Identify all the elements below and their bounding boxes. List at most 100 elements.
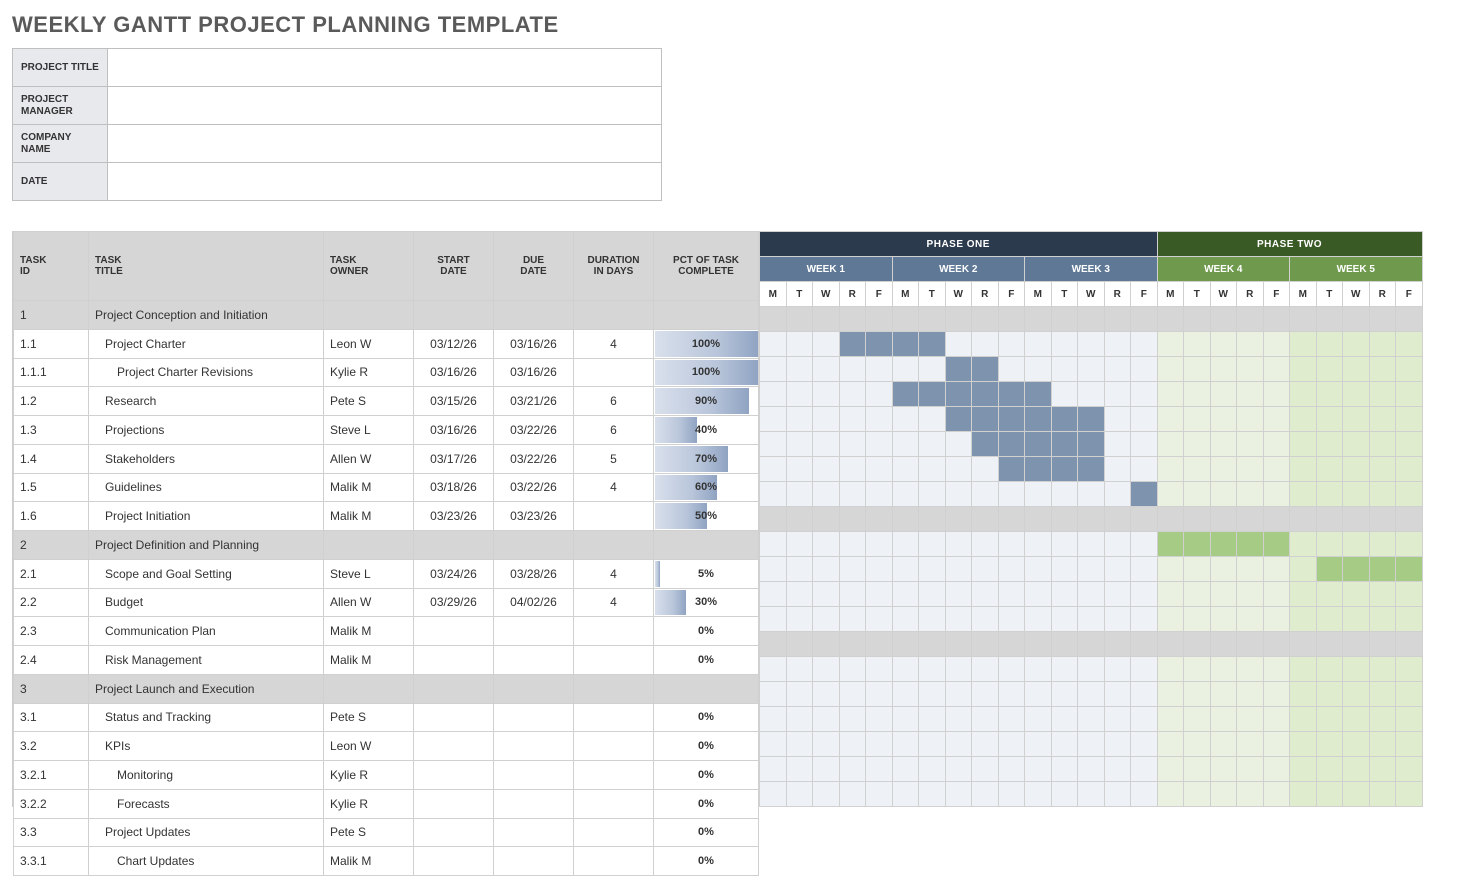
timeline-cell[interactable]: [1025, 657, 1052, 682]
gantt-bar-cell[interactable]: [945, 382, 972, 407]
cell-start[interactable]: [414, 761, 494, 790]
timeline-cell[interactable]: [1184, 357, 1211, 382]
timeline-cell[interactable]: [1396, 707, 1423, 732]
timeline-cell[interactable]: [1316, 432, 1343, 457]
timeline-cell[interactable]: [1051, 757, 1078, 782]
timeline-cell[interactable]: [1290, 457, 1317, 482]
timeline-cell[interactable]: [1316, 532, 1343, 557]
timeline-cell[interactable]: [1078, 357, 1105, 382]
timeline-cell[interactable]: [1210, 632, 1237, 657]
timeline-cell[interactable]: [1396, 657, 1423, 682]
cell-pct-complete[interactable]: [654, 301, 759, 330]
timeline-cell[interactable]: [998, 657, 1025, 682]
timeline-cell[interactable]: [1263, 332, 1290, 357]
timeline-cell[interactable]: [760, 782, 787, 807]
timeline-cell[interactable]: [1263, 707, 1290, 732]
timeline-cell[interactable]: [1131, 557, 1158, 582]
gantt-bar-cell[interactable]: [919, 382, 946, 407]
cell-dur[interactable]: [574, 646, 654, 675]
cell-task-title[interactable]: Status and Tracking: [89, 703, 324, 732]
timeline-cell[interactable]: [1396, 507, 1423, 532]
cell-start[interactable]: 03/16/26: [414, 358, 494, 387]
timeline-cell[interactable]: [1210, 757, 1237, 782]
gantt-bar-cell[interactable]: [945, 357, 972, 382]
timeline-cell[interactable]: [919, 607, 946, 632]
timeline-cell[interactable]: [945, 432, 972, 457]
timeline-cell[interactable]: [786, 782, 813, 807]
timeline-cell[interactable]: [1343, 507, 1370, 532]
cell-due[interactable]: [494, 646, 574, 675]
timeline-cell[interactable]: [1051, 307, 1078, 332]
cell-task-title[interactable]: Project Updates: [89, 818, 324, 847]
timeline-cell[interactable]: [1157, 782, 1184, 807]
cell-task-title[interactable]: Project Charter Revisions: [89, 358, 324, 387]
timeline-cell[interactable]: [945, 307, 972, 332]
timeline-cell[interactable]: [1396, 582, 1423, 607]
cell-task-title[interactable]: Project Definition and Planning: [89, 531, 324, 560]
cell-dur[interactable]: [574, 502, 654, 531]
cell-dur[interactable]: [574, 818, 654, 847]
cell-task-owner[interactable]: [324, 301, 414, 330]
timeline-cell[interactable]: [945, 532, 972, 557]
cell-dur[interactable]: 4: [574, 588, 654, 617]
timeline-cell[interactable]: [892, 607, 919, 632]
cell-task-id[interactable]: 2: [14, 531, 89, 560]
timeline-cell[interactable]: [1237, 657, 1264, 682]
timeline-cell[interactable]: [1369, 707, 1396, 732]
gantt-bar-cell[interactable]: [1078, 407, 1105, 432]
cell-task-owner[interactable]: Kylie R: [324, 761, 414, 790]
cell-task-id[interactable]: 3.3: [14, 818, 89, 847]
timeline-cell[interactable]: [866, 407, 893, 432]
timeline-cell[interactable]: [760, 582, 787, 607]
timeline-cell[interactable]: [1369, 407, 1396, 432]
timeline-cell[interactable]: [919, 307, 946, 332]
timeline-cell[interactable]: [839, 707, 866, 732]
timeline-cell[interactable]: [866, 582, 893, 607]
timeline-cell[interactable]: [813, 682, 840, 707]
cell-task-title[interactable]: Projections: [89, 416, 324, 445]
timeline-cell[interactable]: [1104, 732, 1131, 757]
timeline-cell[interactable]: [786, 707, 813, 732]
gantt-bar-cell[interactable]: [1369, 557, 1396, 582]
timeline-cell[interactable]: [998, 332, 1025, 357]
timeline-cell[interactable]: [1078, 382, 1105, 407]
timeline-cell[interactable]: [1369, 607, 1396, 632]
cell-pct-complete[interactable]: 90%: [654, 387, 759, 416]
timeline-cell[interactable]: [839, 682, 866, 707]
timeline-cell[interactable]: [1157, 307, 1184, 332]
gantt-bar-cell[interactable]: [1131, 482, 1158, 507]
timeline-cell[interactable]: [1025, 482, 1052, 507]
timeline-cell[interactable]: [1051, 782, 1078, 807]
timeline-cell[interactable]: [1157, 557, 1184, 582]
cell-due[interactable]: [494, 847, 574, 876]
timeline-cell[interactable]: [1396, 632, 1423, 657]
timeline-cell[interactable]: [1210, 432, 1237, 457]
timeline-cell[interactable]: [760, 657, 787, 682]
timeline-cell[interactable]: [945, 707, 972, 732]
timeline-cell[interactable]: [760, 607, 787, 632]
timeline-cell[interactable]: [1396, 332, 1423, 357]
cell-task-owner[interactable]: Malik M: [324, 502, 414, 531]
cell-start[interactable]: 03/15/26: [414, 387, 494, 416]
gantt-bar-cell[interactable]: [972, 407, 999, 432]
timeline-cell[interactable]: [866, 557, 893, 582]
timeline-cell[interactable]: [1157, 332, 1184, 357]
cell-task-id[interactable]: 2.2: [14, 588, 89, 617]
timeline-cell[interactable]: [998, 307, 1025, 332]
timeline-cell[interactable]: [1290, 482, 1317, 507]
timeline-cell[interactable]: [945, 607, 972, 632]
cell-task-owner[interactable]: Leon W: [324, 329, 414, 358]
timeline-cell[interactable]: [892, 682, 919, 707]
timeline-cell[interactable]: [1184, 382, 1211, 407]
cell-dur[interactable]: 4: [574, 329, 654, 358]
timeline-cell[interactable]: [1131, 632, 1158, 657]
timeline-cell[interactable]: [1316, 782, 1343, 807]
timeline-cell[interactable]: [813, 582, 840, 607]
cell-pct-complete[interactable]: 0%: [654, 703, 759, 732]
timeline-cell[interactable]: [892, 757, 919, 782]
timeline-cell[interactable]: [1157, 757, 1184, 782]
gantt-bar-cell[interactable]: [892, 332, 919, 357]
cell-due[interactable]: [494, 732, 574, 761]
timeline-cell[interactable]: [945, 557, 972, 582]
cell-task-owner[interactable]: Allen W: [324, 444, 414, 473]
